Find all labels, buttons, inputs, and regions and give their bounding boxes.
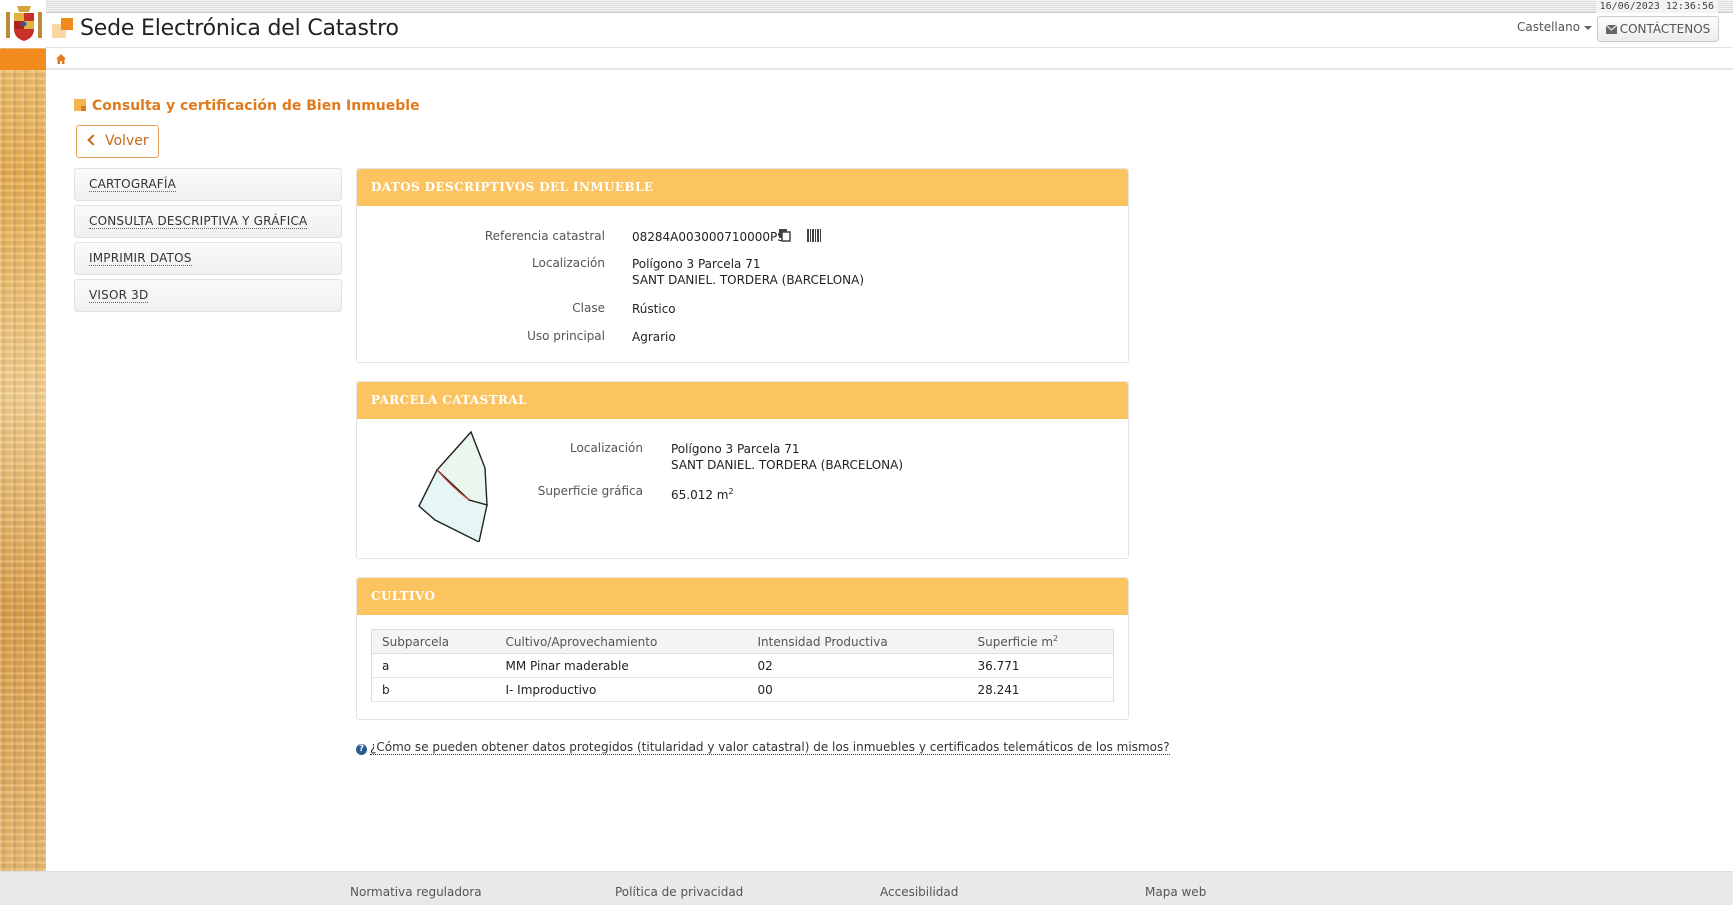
footer-link-mapa-web[interactable]: Mapa web — [1145, 885, 1206, 899]
datetime-bar: 16/06/2023 12:36:56 — [46, 0, 1733, 13]
table-cell: 02 — [747, 653, 968, 678]
cultivation-panel: CULTIVO Subparcela Cultivo/Aprovechamien… — [356, 577, 1129, 720]
heading-square-icon — [74, 99, 86, 111]
location-line-1: Polígono 3 Parcela 71 — [632, 257, 761, 271]
table-cell: MM Pinar maderable — [495, 653, 748, 678]
parcel-location-label: Localización — [570, 441, 643, 455]
site-header: Sede Electrónica del Catastro Castellano… — [46, 14, 1733, 48]
use-label: Uso principal — [527, 329, 605, 343]
back-button[interactable]: Volver — [76, 125, 159, 158]
panel-title: PARCELA CATASTRAL — [357, 382, 1128, 419]
table-cell: b — [371, 677, 496, 702]
parcel-location-line-2: SANT DANIEL. TORDERA (BARCELONA) — [671, 458, 904, 472]
copy-icon[interactable] — [779, 229, 791, 242]
col-header: Superficie m2 — [967, 629, 1114, 654]
mail-icon — [1605, 24, 1618, 34]
table-cell: 28.241 — [967, 677, 1114, 702]
descriptive-data-panel: DATOS DESCRIPTIVOS DEL INMUEBLE Referenc… — [356, 168, 1129, 363]
surface-value: 65.012 m2 — [671, 487, 734, 502]
col-header: Subparcela — [371, 629, 496, 654]
site-title[interactable]: Sede Electrónica del Catastro — [80, 16, 399, 41]
back-label: Volver — [105, 133, 149, 149]
cultivation-table: Subparcela Cultivo/Aprovechamiento Inten… — [371, 629, 1114, 702]
contact-button[interactable]: CONTÁCTENOS — [1597, 16, 1719, 42]
footer-link-accesibilidad[interactable]: Accesibilidad — [880, 885, 958, 899]
col-header: Cultivo/Aprovechamiento — [495, 629, 748, 654]
barcode-icon[interactable] — [806, 229, 821, 242]
sidebar-item-consulta-descriptiva[interactable]: CONSULTA DESCRIPTIVA Y GRÁFICA — [74, 205, 342, 238]
location-line-2: SANT DANIEL. TORDERA (BARCELONA) — [632, 273, 865, 287]
sidebar-item-label: VISOR 3D — [89, 288, 149, 303]
table-row: b I- Improductivo 00 28.241 — [371, 677, 1114, 702]
use-value: Agrario — [632, 330, 676, 344]
sidebar-item-label: CARTOGRAFÍA — [89, 177, 177, 192]
surface-label: Superficie gráfica — [537, 484, 643, 498]
orange-nav-band — [0, 49, 46, 70]
help-icon: ? — [356, 744, 367, 755]
footer-link-privacidad[interactable]: Política de privacidad — [615, 885, 743, 899]
contact-label: CONTÁCTENOS — [1619, 22, 1711, 36]
datetime-text: 16/06/2023 12:36:56 — [1595, 0, 1718, 13]
table-cell: 36.771 — [967, 653, 1114, 678]
table-cell: 00 — [747, 677, 968, 702]
table-cell: I- Improductivo — [495, 677, 748, 702]
sidebar-item-label: IMPRIMIR DATOS — [89, 251, 192, 266]
chevron-left-icon — [87, 134, 99, 146]
panel-title: DATOS DESCRIPTIVOS DEL INMUEBLE — [357, 169, 1128, 206]
home-icon[interactable] — [55, 53, 67, 65]
class-value: Rústico — [632, 302, 676, 316]
sidebar-item-imprimir-datos[interactable]: IMPRIMIR DATOS — [74, 242, 342, 275]
table-row: a MM Pinar maderable 02 36.771 — [371, 653, 1114, 678]
table-header-row: Subparcela Cultivo/Aprovechamiento Inten… — [371, 629, 1114, 654]
footer: Normativa reguladora Política de privaci… — [0, 871, 1733, 905]
panel-title: CULTIVO — [357, 578, 1128, 615]
catastro-logo-icon — [52, 18, 74, 40]
class-label: Clase — [572, 301, 605, 315]
parcel-location-line-1: Polígono 3 Parcela 71 — [671, 442, 800, 456]
location-label: Localización — [532, 256, 605, 270]
caret-down-icon — [1584, 25, 1593, 30]
sidebar-item-visor-3d[interactable]: VISOR 3D — [74, 279, 342, 312]
ref-label: Referencia catastral — [484, 229, 605, 243]
language-label: Castellano — [1517, 20, 1581, 34]
sidebar-item-cartografia[interactable]: CARTOGRAFÍA — [74, 168, 342, 201]
protected-data-help-link[interactable]: ? ¿Cómo se pueden obtener datos protegido… — [356, 740, 1170, 755]
decorative-side-banner — [0, 0, 46, 871]
page-title: Consulta y certificación de Bien Inmuebl… — [74, 98, 420, 114]
language-selector[interactable]: Castellano — [1517, 20, 1593, 34]
sidebar-item-label: CONSULTA DESCRIPTIVA Y GRÁFICA — [89, 214, 308, 229]
coat-of-arms-logo — [6, 6, 42, 41]
parcel-panel: PARCELA CATASTRAL Localización Polígono … — [356, 381, 1129, 559]
breadcrumb-bar — [46, 49, 1733, 70]
ref-value: 08284A003000710000PS — [632, 230, 785, 244]
footer-link-normativa[interactable]: Normativa reguladora — [350, 885, 482, 899]
table-cell: a — [371, 653, 496, 678]
col-header: Intensidad Productiva — [747, 629, 968, 654]
